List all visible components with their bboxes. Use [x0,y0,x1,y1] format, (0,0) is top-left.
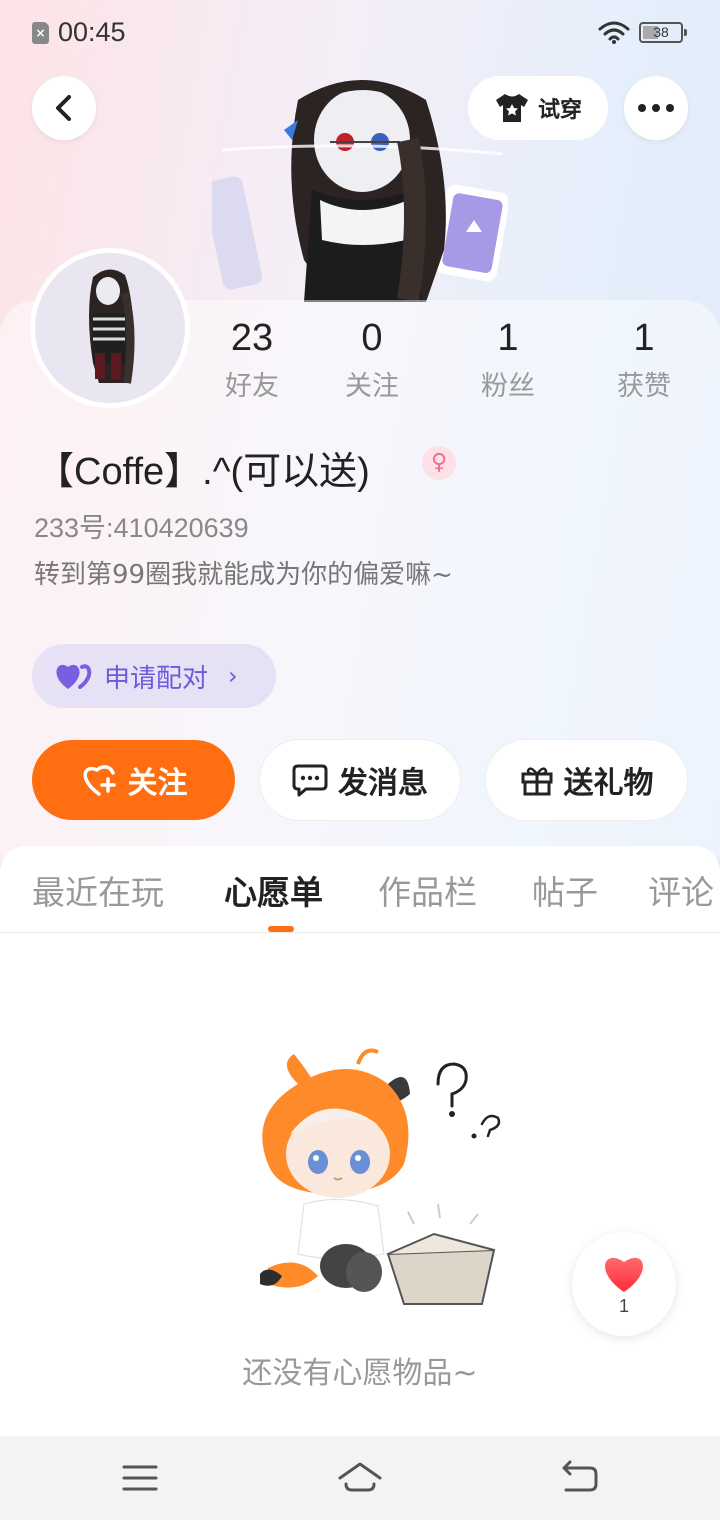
tab-posts[interactable]: 帖子 [532,866,598,914]
wifi-icon [598,21,630,44]
no-sim-icon: × [32,22,49,44]
stat-following[interactable]: 0 关注 [322,316,422,403]
heart-plus-icon [83,765,116,796]
send-gift-button[interactable]: 送礼物 [486,740,687,820]
stat-likes-label: 获赞 [617,371,671,402]
empty-state-text: 还没有心愿物品~ [242,1356,478,1391]
follow-label: 关注 [127,766,188,801]
heart-icon [605,1257,643,1292]
stat-fans-label: 粉丝 [481,371,535,402]
status-bar: × 00:45 38 [0,0,720,66]
tab-comments[interactable]: 评论 [648,866,714,914]
avatar[interactable] [30,248,190,408]
tab-wishlist[interactable]: 心愿单 [224,866,323,914]
clock: 00:45 [58,17,126,47]
like-button[interactable]: 1 [572,1232,676,1336]
follow-button[interactable]: 关注 [32,740,235,820]
shirt-icon [495,94,528,122]
heart-pair-icon [56,664,92,689]
back-nav-icon[interactable] [556,1454,604,1502]
battery-icon: 38 [639,22,687,43]
home-icon[interactable] [336,1454,384,1502]
female-gender-icon: ♀ [422,446,456,480]
user-id: 233号:410420639 [34,513,249,543]
stat-friends-label: 好友 [225,371,279,402]
stat-friends-value: 23 [230,317,274,359]
battery-level: 38 [653,24,669,40]
tab-works[interactable]: 作品栏 [378,866,477,914]
stat-likes-value: 1 [633,317,655,359]
empty-wishlist-illustration [260,1048,501,1305]
stat-likes[interactable]: 1 获赞 [594,316,694,403]
apply-pair-label: 申请配对 [104,663,209,694]
try-on-label: 试穿 [537,98,582,123]
chevron-left-icon [56,95,71,121]
stat-following-value: 0 [361,317,383,359]
stat-fans[interactable]: 1 粉丝 [458,316,558,403]
chevron-right-icon: › [228,662,238,690]
send-message-button[interactable]: 发消息 [260,740,460,820]
like-count: 1 [618,1296,629,1316]
avatar-character-image [89,269,135,384]
username: 【Coffe】.^(可以送) [36,451,370,493]
stat-friends[interactable]: 23 好友 [202,316,302,403]
tab-divider [0,932,720,933]
tab-recently-played[interactable]: 最近在玩 [32,866,164,914]
chat-bubble-icon [292,764,328,797]
gift-icon [521,767,552,796]
system-nav-bar [0,1436,720,1520]
send-message-label: 发消息 [338,766,428,801]
stat-following-label: 关注 [345,371,399,402]
character-illustration [212,80,508,302]
menu-icon[interactable] [116,1454,164,1502]
stat-fans-value: 1 [497,317,519,359]
back-button[interactable] [32,76,96,140]
send-gift-label: 送礼物 [563,766,654,801]
profile-tabs: 最近在玩 心愿单 作品栏 帖子 评论 [0,862,720,922]
try-on-button[interactable]: 试穿 [468,76,608,140]
bio: 转到第99圈我就能成为你的偏爱嘛~ [34,560,453,590]
apply-pair-button[interactable]: 申请配对 › [32,644,276,708]
more-button[interactable] [624,76,688,140]
more-dots-icon [638,104,674,112]
